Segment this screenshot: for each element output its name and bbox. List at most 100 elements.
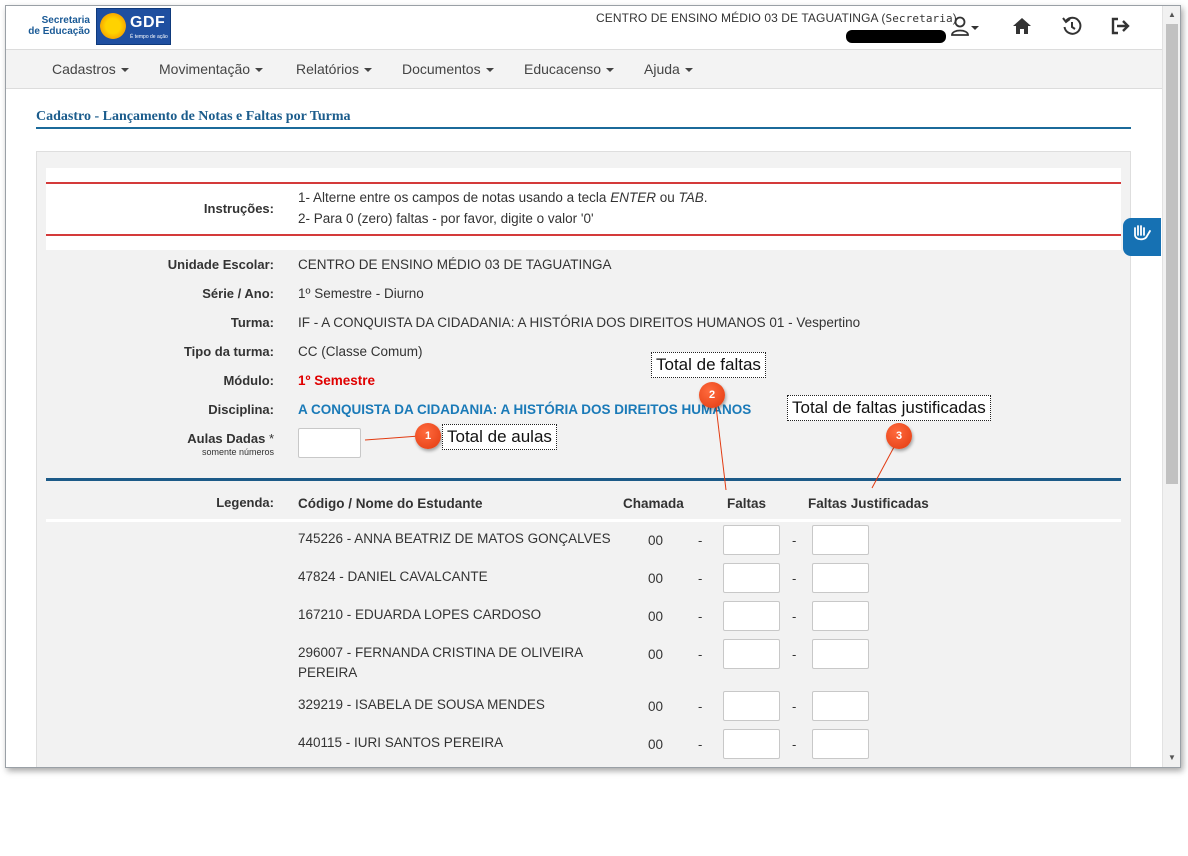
instruction-line-2: 2- Para 0 (zero) faltas - por favor, dig… xyxy=(298,211,594,226)
faltas-justificadas-input[interactable] xyxy=(812,691,869,721)
chevron-down-icon xyxy=(485,68,494,73)
disciplina-label: Disciplina: xyxy=(208,402,274,417)
table-top-rule xyxy=(46,478,1121,481)
unidade-label: Unidade Escolar: xyxy=(167,257,274,272)
faltas-justificadas-input[interactable] xyxy=(812,639,869,669)
faltas-justificadas-input[interactable] xyxy=(812,729,869,759)
faltas-input[interactable] xyxy=(723,691,780,721)
vertical-scrollbar[interactable]: ▲ ▼ xyxy=(1162,6,1180,767)
enter-key-text: ENTER xyxy=(610,190,656,205)
secretaria-logo[interactable]: Secretaria de Educação xyxy=(20,15,90,37)
scroll-thumb[interactable] xyxy=(1166,24,1178,484)
chevron-down-icon[interactable] xyxy=(970,15,980,39)
nav-educacenso[interactable]: Educacenso xyxy=(524,61,615,77)
nav-documentos[interactable]: Documentos xyxy=(402,61,494,77)
gdf-logo-text: GDF xyxy=(130,14,166,31)
faltas-input[interactable] xyxy=(723,563,780,593)
header-divider xyxy=(46,519,1121,522)
faltas-justificadas-input[interactable] xyxy=(812,601,869,631)
nav-relatorios[interactable]: Relatórios xyxy=(296,61,373,77)
nav-educacenso-label: Educacenso xyxy=(524,61,602,77)
chevron-down-icon xyxy=(364,68,373,73)
scroll-up-icon[interactable]: ▲ xyxy=(1163,8,1180,22)
student-name: 745226 - ANNA BEATRIZ DE MATOS GONÇALVES xyxy=(298,531,611,546)
aulas-label: Aulas Dadas * xyxy=(46,431,274,446)
logout-icon[interactable] xyxy=(1108,15,1132,39)
top-header: Secretaria de Educação GDF É tempo de aç… xyxy=(6,6,1162,48)
student-chamada: 00 xyxy=(648,533,664,548)
serie-label: Série / Ano: xyxy=(202,286,274,301)
scroll-down-icon[interactable]: ▼ xyxy=(1163,751,1180,765)
home-icon[interactable] xyxy=(1010,15,1034,39)
school-name: CENTRO DE ENSINO MÉDIO 03 DE TAGUATINGA … xyxy=(596,11,886,25)
faltas-input[interactable] xyxy=(723,639,780,669)
dash: - xyxy=(698,699,703,714)
user-icon[interactable] xyxy=(948,15,972,39)
nav-ajuda[interactable]: Ajuda xyxy=(644,61,693,77)
student-chamada: 00 xyxy=(648,699,664,714)
instruction-1-end: . xyxy=(703,190,708,205)
col-header-nome: Código / Nome do Estudante xyxy=(298,496,483,511)
main-nav: Cadastros Movimentação Relatórios Docume… xyxy=(6,49,1162,89)
faltas-input[interactable] xyxy=(723,601,780,631)
sign-language-accessibility-button[interactable] xyxy=(1123,218,1161,256)
instructions-top-rule xyxy=(46,182,1121,184)
nav-cadastros[interactable]: Cadastros xyxy=(52,61,129,77)
instructions-bottom-rule xyxy=(46,234,1121,236)
instructions-label: Instruções: xyxy=(203,201,274,216)
student-chamada: 00 xyxy=(648,647,664,662)
col-header-chamada: Chamada xyxy=(623,496,684,511)
turma-label: Turma: xyxy=(230,315,274,330)
chevron-down-icon xyxy=(120,68,129,73)
school-info: CENTRO DE ENSINO MÉDIO 03 DE TAGUATINGA … xyxy=(596,11,957,25)
student-name: 329219 - ISABELA DE SOUSA MENDES xyxy=(298,697,545,712)
page-title: Cadastro - Lançamento de Notas e Faltas … xyxy=(36,109,351,124)
logo-sec-line1: Secretaria xyxy=(41,15,90,26)
instructions-box: Instruções: 1- Alterne entre os campos d… xyxy=(46,168,1121,250)
aulas-hint: somente números xyxy=(201,447,274,457)
dash: - xyxy=(792,699,797,714)
annotation-total-faltas: Total de faltas xyxy=(651,352,766,378)
student-name: 440115 - IURI SANTOS PEREIRA xyxy=(298,735,504,750)
legenda-label: Legenda: xyxy=(216,495,274,510)
annotation-badge-2: 2 xyxy=(699,382,725,408)
sun-icon xyxy=(100,13,126,39)
logo-sec-line2: de Educação xyxy=(28,26,90,37)
annotation-badge-3: 3 xyxy=(886,423,912,449)
instruction-1-or: ou xyxy=(655,190,679,205)
sign-language-icon xyxy=(1134,225,1151,241)
chevron-down-icon xyxy=(606,68,615,73)
faltas-input[interactable] xyxy=(723,729,780,759)
col-header-justificadas: Faltas Justificadas xyxy=(808,496,929,511)
dash: - xyxy=(792,609,797,624)
gdf-logo[interactable]: GDF É tempo de ação xyxy=(96,8,171,45)
chevron-down-icon xyxy=(684,68,693,73)
dash: - xyxy=(792,571,797,586)
student-name: 296007 - FERNANDA CRISTINA DE OLIVEIRA P… xyxy=(298,645,583,680)
student-chamada: 00 xyxy=(648,737,664,752)
gdf-logo-tagline: É tempo de ação xyxy=(130,34,168,40)
page-viewport: Secretaria de Educação GDF É tempo de aç… xyxy=(6,6,1162,767)
student-name: 47824 - DANIEL CAVALCANTE xyxy=(298,569,488,584)
dash: - xyxy=(698,533,703,548)
nav-movimentacao[interactable]: Movimentação xyxy=(159,61,264,77)
dash: - xyxy=(792,737,797,752)
student-chamada: 00 xyxy=(648,609,664,624)
nav-ajuda-label: Ajuda xyxy=(644,61,680,77)
annotation-total-aulas: Total de aulas xyxy=(442,424,557,450)
tab-key-text: TAB xyxy=(678,190,704,205)
history-icon[interactable] xyxy=(1060,15,1084,39)
aulas-dadas-input[interactable] xyxy=(298,428,361,458)
student-name: 167210 - EDUARDA LOPES CARDOSO xyxy=(298,607,542,622)
faltas-input[interactable] xyxy=(723,525,780,555)
faltas-justificadas-input[interactable] xyxy=(812,563,869,593)
annotation-badge-1: 1 xyxy=(415,423,441,449)
nav-cadastros-label: Cadastros xyxy=(52,61,116,77)
user-role: Secretaria xyxy=(885,12,953,25)
chevron-down-icon xyxy=(255,68,264,73)
dash: - xyxy=(698,647,703,662)
dash: - xyxy=(792,647,797,662)
faltas-justificadas-input[interactable] xyxy=(812,525,869,555)
instruction-line-1: 1- Alterne entre os campos de notas usan… xyxy=(298,190,708,205)
instruction-1-text: 1- Alterne entre os campos de notas usan… xyxy=(298,190,611,205)
